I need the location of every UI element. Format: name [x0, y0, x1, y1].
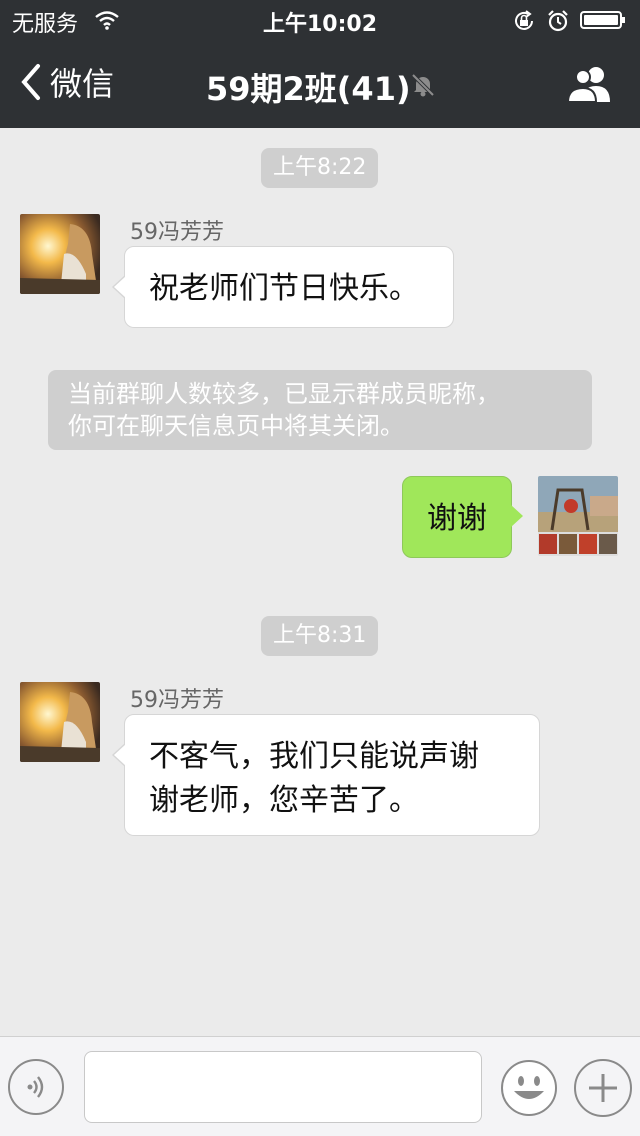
avatar[interactable]	[20, 214, 100, 294]
system-notice-line: 当前群聊人数较多，已显示群成员昵称，	[68, 380, 500, 408]
message-text-line: 不客气，我们只能说声谢	[149, 739, 479, 774]
back-button[interactable]: 微信	[18, 60, 114, 104]
my-avatar[interactable]	[538, 476, 618, 556]
message-input[interactable]	[84, 1051, 482, 1123]
chat-title: 59期2班(41)	[206, 70, 411, 108]
sender-name: 59冯芳芳	[130, 688, 224, 713]
alarm-icon	[548, 10, 568, 32]
message-text: 祝老师们节日快乐。	[149, 271, 419, 306]
message-bubble[interactable]: 不客气，我们只能说声谢 谢老师，您辛苦了。	[112, 714, 540, 836]
status-bar: 无服务 上午10:02	[0, 0, 640, 40]
input-bar	[0, 1036, 640, 1136]
orientation-lock-icon	[515, 10, 533, 30]
status-time: 上午10:02	[262, 12, 378, 37]
avatar[interactable]	[20, 682, 100, 762]
plus-button[interactable]	[574, 1059, 632, 1117]
plus-icon	[589, 1074, 617, 1102]
system-notice-line: 你可在聊天信息页中将其关闭。	[68, 412, 404, 440]
battery-icon	[580, 11, 625, 29]
timestamp: 上午8:31	[261, 616, 379, 656]
header: 无服务 上午10:02 微信 59期2班(41)	[0, 0, 640, 128]
group-members-icon[interactable]	[566, 64, 614, 104]
emoji-button[interactable]	[500, 1059, 558, 1117]
mute-bell-icon	[411, 73, 435, 97]
timestamp: 上午8:22	[261, 148, 379, 188]
back-label: 微信	[50, 65, 115, 103]
chat-area[interactable]: 上午8:22 59冯芳芳 祝老师们节日快乐。 当前群聊人数较多，已显示群成员昵称…	[0, 128, 640, 1036]
back-chevron-icon	[21, 64, 40, 100]
voice-button[interactable]	[8, 1059, 64, 1115]
system-notice: 当前群聊人数较多，已显示群成员昵称， 你可在聊天信息页中将其关闭。	[48, 370, 592, 450]
sender-name: 59冯芳芳	[130, 220, 224, 245]
message-text: 谢谢	[427, 501, 487, 536]
voice-icon	[27, 1076, 44, 1098]
nav-bar: 微信 59期2班(41)	[0, 40, 640, 128]
message-bubble[interactable]: 祝老师们节日快乐。	[112, 246, 454, 328]
message-bubble-sent[interactable]: 谢谢	[402, 476, 523, 558]
message-text-line: 谢老师，您辛苦了。	[149, 783, 419, 818]
